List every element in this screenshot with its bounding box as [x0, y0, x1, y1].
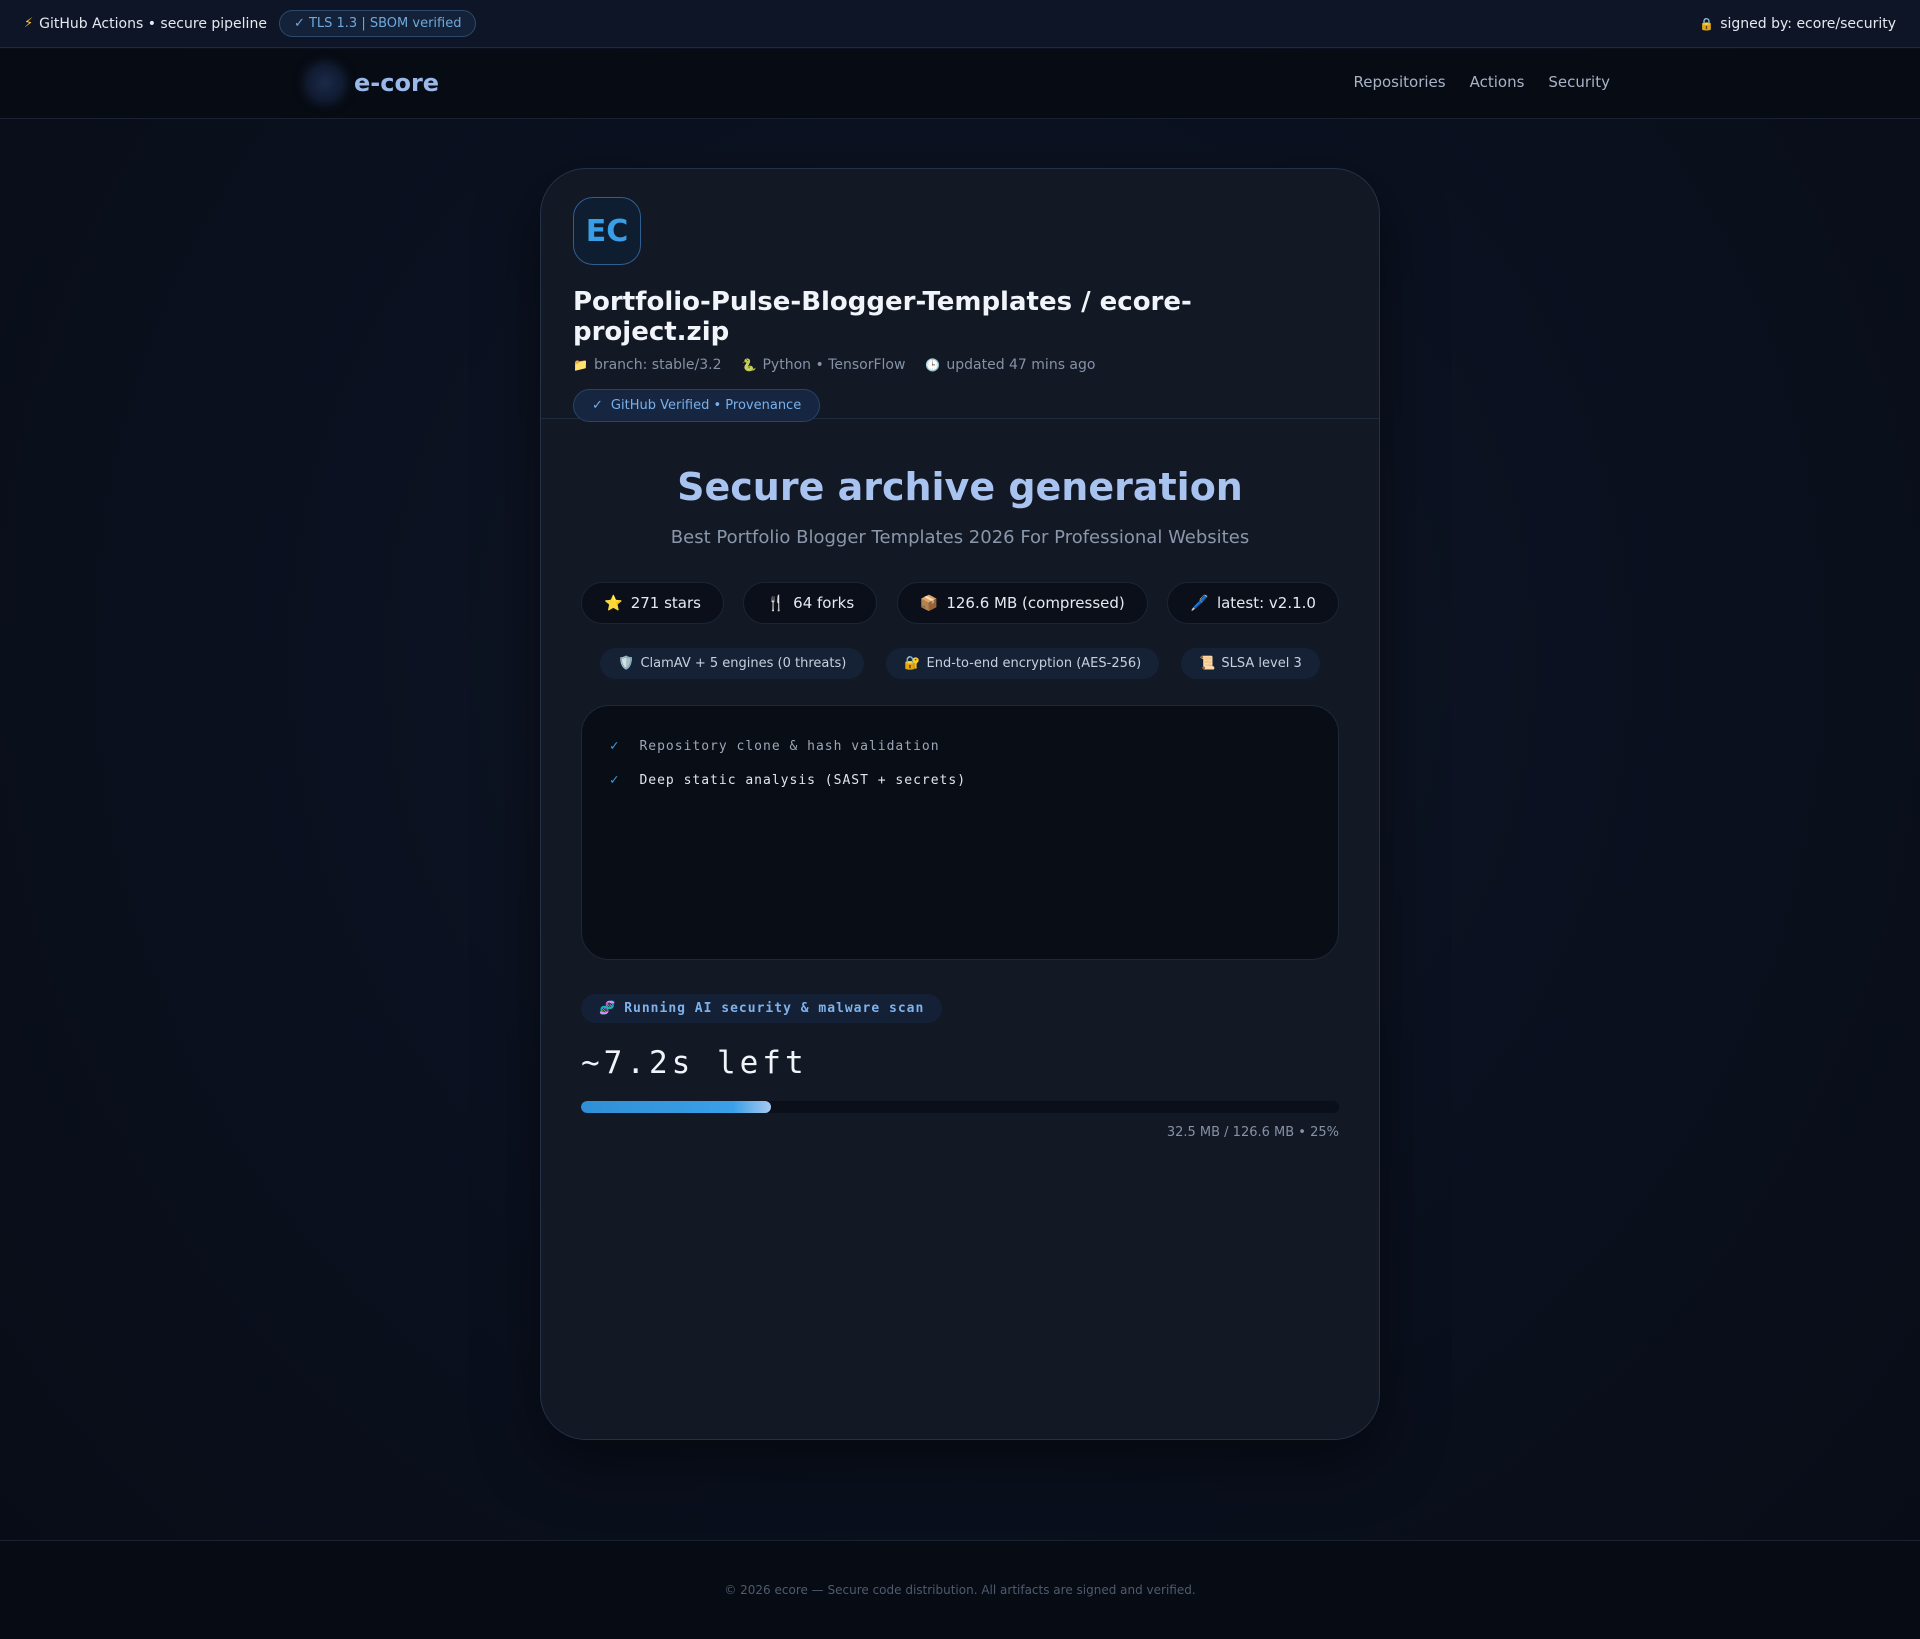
- page-subtitle: Best Portfolio Blogger Templates 2026 Fo…: [670, 527, 1250, 548]
- encryption-icon: 🔐: [904, 656, 921, 671]
- pipeline-log: ✓ Repository clone & hash validation ✓ D…: [581, 705, 1339, 960]
- time-remaining: ~7.2s left: [581, 1045, 808, 1081]
- check-icon: ✓: [610, 772, 620, 788]
- repo-stats: ⭐ 271 stars 🍴 64 forks 📦 126.6 MB (compr…: [581, 582, 1339, 624]
- log-text: Deep static analysis (SAST + secrets): [639, 772, 967, 788]
- footer-text: © 2026 ecore — Secure code distribution.…: [724, 1583, 1196, 1597]
- brand-logo-icon: [306, 64, 344, 102]
- scan-status-label: Running AI security & malware scan: [624, 1001, 925, 1016]
- log-line: ✓ Repository clone & hash validation: [610, 738, 1310, 754]
- scan-status-badge: 🧬 Running AI security & malware scan: [581, 994, 943, 1023]
- stack-label: Python • TensorFlow: [762, 357, 906, 373]
- stars-label: 271 stars: [630, 594, 701, 612]
- star-icon: ⭐: [604, 594, 623, 612]
- nav-links: Repositories Actions Security: [1353, 73, 1610, 91]
- package-icon: 📦: [919, 594, 939, 612]
- verified-badge: ✓ GitHub Verified • Provenance: [573, 389, 821, 422]
- fork-icon: 🍴: [766, 594, 786, 612]
- pipeline-status: ⚡ GitHub Actions • secure pipeline: [24, 16, 267, 32]
- version-label: latest: v2.1.0: [1216, 594, 1316, 612]
- brand-link[interactable]: e-core: [306, 64, 439, 102]
- log-line: ✓ Deep static analysis (SAST + secrets): [610, 772, 1310, 788]
- card-body: Secure archive generation Best Portfolio…: [541, 465, 1379, 1140]
- scan-status-row: 🧬 Running AI security & malware scan: [581, 960, 1339, 1023]
- verified-label: GitHub Verified • Provenance: [610, 398, 802, 413]
- brand-name: e-core: [354, 69, 440, 97]
- forks-label: 64 forks: [793, 594, 855, 612]
- branch-info: 📁 branch: stable/3.2: [573, 357, 722, 373]
- branch-label: branch: stable/3.2: [593, 357, 722, 373]
- bolt-icon: ⚡: [24, 16, 34, 31]
- pen-icon: 🖊️: [1190, 594, 1209, 612]
- python-icon: 🐍: [741, 358, 757, 372]
- slsa-badge: 📜 SLSA level 3: [1181, 648, 1320, 679]
- progress-bar: [581, 1101, 1339, 1113]
- antivirus-label: ClamAV + 5 engines (0 threats): [640, 656, 847, 671]
- page-title: Secure archive generation: [677, 465, 1243, 509]
- version-stat: 🖊️ latest: v2.1.0: [1167, 582, 1339, 624]
- repo-meta: 📁 branch: stable/3.2 🐍 Python • TensorFl…: [573, 357, 1347, 373]
- slsa-label: SLSA level 3: [1221, 656, 1302, 671]
- tls-label: ✓ TLS 1.3 | SBOM verified: [293, 16, 462, 31]
- dna-icon: 🧬: [599, 1001, 617, 1016]
- scroll-icon: 📜: [1199, 656, 1216, 671]
- clock-icon: 🕒: [925, 358, 941, 372]
- log-text: Repository clone & hash validation: [639, 738, 940, 754]
- pipeline-label: GitHub Actions • secure pipeline: [39, 15, 267, 32]
- nav-link-repositories[interactable]: Repositories: [1353, 73, 1445, 91]
- footer: © 2026 ecore — Secure code distribution.…: [0, 1540, 1920, 1639]
- repo-title: Portfolio-Pulse-Blogger-Templates / ecor…: [573, 287, 1192, 347]
- encryption-label: End-to-end encryption (AES-256): [926, 656, 1142, 671]
- nav-link-actions[interactable]: Actions: [1470, 73, 1525, 91]
- size-label: 126.6 MB (compressed): [946, 594, 1125, 612]
- nav-link-security[interactable]: Security: [1548, 73, 1610, 91]
- repo-header: EC Portfolio-Pulse-Blogger-Templates / e…: [541, 169, 1379, 422]
- folder-icon: 📁: [573, 358, 588, 372]
- size-stat: 📦 126.6 MB (compressed): [896, 582, 1148, 624]
- updated-label: updated 47 mins ago: [946, 357, 1096, 373]
- stack-info: 🐍 Python • TensorFlow: [742, 357, 906, 373]
- forks-stat: 🍴 64 forks: [743, 582, 878, 624]
- top-announcement-bar: ⚡ GitHub Actions • secure pipeline ✓ TLS…: [0, 0, 1920, 48]
- shield-icon: 🛡️: [618, 656, 635, 671]
- lock-icon: 🔒: [1699, 16, 1715, 31]
- topbar-left: ⚡ GitHub Actions • secure pipeline ✓ TLS…: [24, 10, 477, 37]
- tls-badge: ✓ TLS 1.3 | SBOM verified: [278, 10, 477, 37]
- check-icon: ✓: [592, 398, 603, 413]
- progress-text: 32.5 MB / 126.6 MB • 25%: [1166, 1125, 1339, 1140]
- security-badges: 🛡️ ClamAV + 5 engines (0 threats) 🔐 End-…: [581, 648, 1339, 679]
- repo-avatar: EC: [573, 197, 641, 265]
- signed-label: signed by: ecore/security: [1720, 15, 1896, 32]
- stars-stat: ⭐ 271 stars: [581, 582, 724, 624]
- updated-info: 🕒 updated 47 mins ago: [925, 357, 1095, 373]
- check-icon: ✓: [610, 738, 620, 754]
- archive-card: EC Portfolio-Pulse-Blogger-Templates / e…: [540, 168, 1380, 1440]
- encryption-badge: 🔐 End-to-end encryption (AES-256): [886, 648, 1160, 679]
- antivirus-badge: 🛡️ ClamAV + 5 engines (0 threats): [600, 648, 865, 679]
- navbar: e-core Repositories Actions Security: [0, 49, 1920, 119]
- progress-fill: [581, 1101, 771, 1113]
- signed-by: 🔒 signed by: ecore/security: [1699, 16, 1896, 32]
